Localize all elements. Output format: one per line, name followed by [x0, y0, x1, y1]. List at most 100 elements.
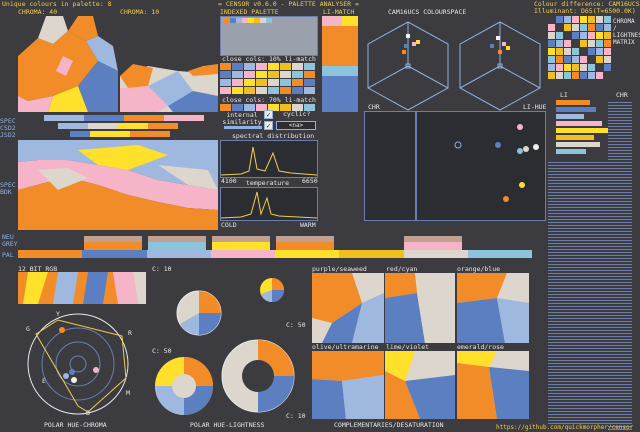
indexed-palette-label: INDEXED PALETTE [220, 8, 279, 16]
temperature-curve [221, 191, 317, 219]
emerald-rose-label: emerald/rose [457, 343, 504, 351]
matrix-swatch [548, 56, 555, 63]
matrix-swatch [588, 32, 595, 39]
internal-similarity-label: internal similarity [222, 111, 262, 126]
jsd2-label: JSD2 [0, 131, 16, 139]
c10b-label: C: 10 [286, 412, 306, 420]
disc-c10b [221, 339, 295, 413]
matrix-swatch [588, 56, 595, 63]
github-link[interactable]: https://github.com/quickmorpher/censor [496, 424, 633, 431]
spec-lo-label: 4100 [221, 177, 237, 185]
matrix-swatch [548, 16, 555, 23]
neutral-grey-swatch [276, 242, 334, 250]
rgb12-chart [18, 272, 146, 304]
illuminant-label: Illuminant: D65(T=6500.0K) [534, 7, 636, 15]
chroma-voronoi-chart [18, 16, 218, 112]
matrix-swatch [596, 16, 603, 23]
close-cols-10-swatch [220, 87, 231, 94]
matrix-swatch [596, 72, 603, 79]
close-cols-10-swatch [292, 63, 303, 70]
matrix-swatch [604, 72, 611, 79]
pal-label: PAL [2, 251, 14, 259]
close-cols-10-swatch [268, 79, 279, 86]
palette-row-swatch [403, 250, 468, 258]
matrix-swatch [588, 40, 595, 47]
wheel-b: B [86, 409, 90, 417]
close-cols-10-swatch [232, 87, 243, 94]
palette-swatch [266, 18, 272, 23]
similarity-checkbox[interactable]: ✓ [264, 110, 273, 119]
close-cols-10-swatch [220, 79, 231, 86]
matrix-swatch [604, 32, 611, 39]
matrix-swatch [596, 32, 603, 39]
matrix-swatch [556, 48, 563, 55]
complementary-emerald-rose [457, 351, 529, 419]
csd2-bar [58, 123, 178, 129]
matrix-swatch [548, 48, 555, 55]
matrix-swatch [572, 32, 579, 39]
matrix-swatch [580, 24, 587, 31]
matrix-swatch [580, 72, 587, 79]
cam16ucs-label: CAM16UCS COLOURSPACE [388, 8, 467, 16]
matrix-swatch [596, 48, 603, 55]
palette-row-swatch [82, 250, 147, 258]
li-match-label: LI-MATCH [323, 8, 355, 16]
spec-bdk-label: SPEC BDK [0, 181, 16, 196]
matrix-swatch [548, 24, 555, 31]
matrix-swatch [580, 32, 587, 39]
matrix-swatch [604, 24, 611, 31]
close-cols-10-swatch [232, 79, 243, 86]
neutral-grey-row [84, 236, 534, 250]
matrix-swatch [564, 72, 571, 79]
li-hue-label: LI-HUE [523, 103, 547, 111]
matrix-swatch [564, 16, 571, 23]
matrix-swatch [548, 32, 555, 39]
close-cols-10-swatch [232, 71, 243, 78]
close-cols-10-grid [220, 63, 318, 95]
spectral-distribution-label: spectral distribution [232, 132, 315, 140]
matrix-swatch [604, 56, 611, 63]
matrix-swatch [580, 16, 587, 23]
warm-label: WARM [300, 221, 316, 229]
disc-c10a [176, 290, 222, 336]
li-hue-chart [454, 124, 539, 202]
li-bar [556, 114, 584, 119]
matrix-swatch [564, 48, 571, 55]
close-cols-70-label: close cols: 70% li-match [222, 96, 316, 104]
close-cols-10-swatch [244, 87, 255, 94]
c50b-label: C: 50 [152, 347, 172, 355]
c50a-label: C: 50 [286, 321, 306, 329]
na-button[interactable]: <na> [276, 121, 316, 130]
spec-bdk-chart [18, 140, 218, 230]
close-cols-10-swatch [268, 71, 279, 78]
close-cols-10-swatch [220, 71, 231, 78]
cyclic-checkbox[interactable]: ✓ [264, 121, 273, 130]
close-cols-10-swatch [292, 79, 303, 86]
palette-row-swatch [18, 250, 83, 258]
close-cols-10-swatch [244, 79, 255, 86]
matrix-swatch [556, 16, 563, 23]
matrix-swatch [572, 64, 579, 71]
complementary-lime-violet [385, 351, 455, 419]
polar-hue-chroma-label: POLAR HUE-CHROMA [44, 421, 107, 429]
close-cols-10-swatch [304, 79, 315, 86]
close-cols-10-swatch [292, 87, 303, 94]
matrix-swatch [572, 72, 579, 79]
palette-row [18, 250, 532, 258]
lime-violet-label: lime/violet [386, 343, 430, 351]
matrix-swatch [564, 64, 571, 71]
matrix-swatch [596, 40, 603, 47]
polar-hue-lightness-label: POLAR HUE-LIGHTNESS [190, 421, 265, 429]
orange-blue-label: orange/blue [457, 265, 501, 273]
close-cols-10-swatch [280, 63, 291, 70]
wheel-y: Y [56, 310, 60, 318]
close-cols-10-swatch [280, 79, 291, 86]
matrix-swatch [580, 40, 587, 47]
disc-c50b [155, 357, 213, 415]
close-cols-10-swatch [304, 71, 315, 78]
close-cols-10-swatch [280, 87, 291, 94]
matrix-swatch [580, 64, 587, 71]
wheel-e: E [42, 377, 46, 385]
complementary-orange-blue [457, 273, 529, 343]
palette-row-swatch [275, 250, 340, 258]
